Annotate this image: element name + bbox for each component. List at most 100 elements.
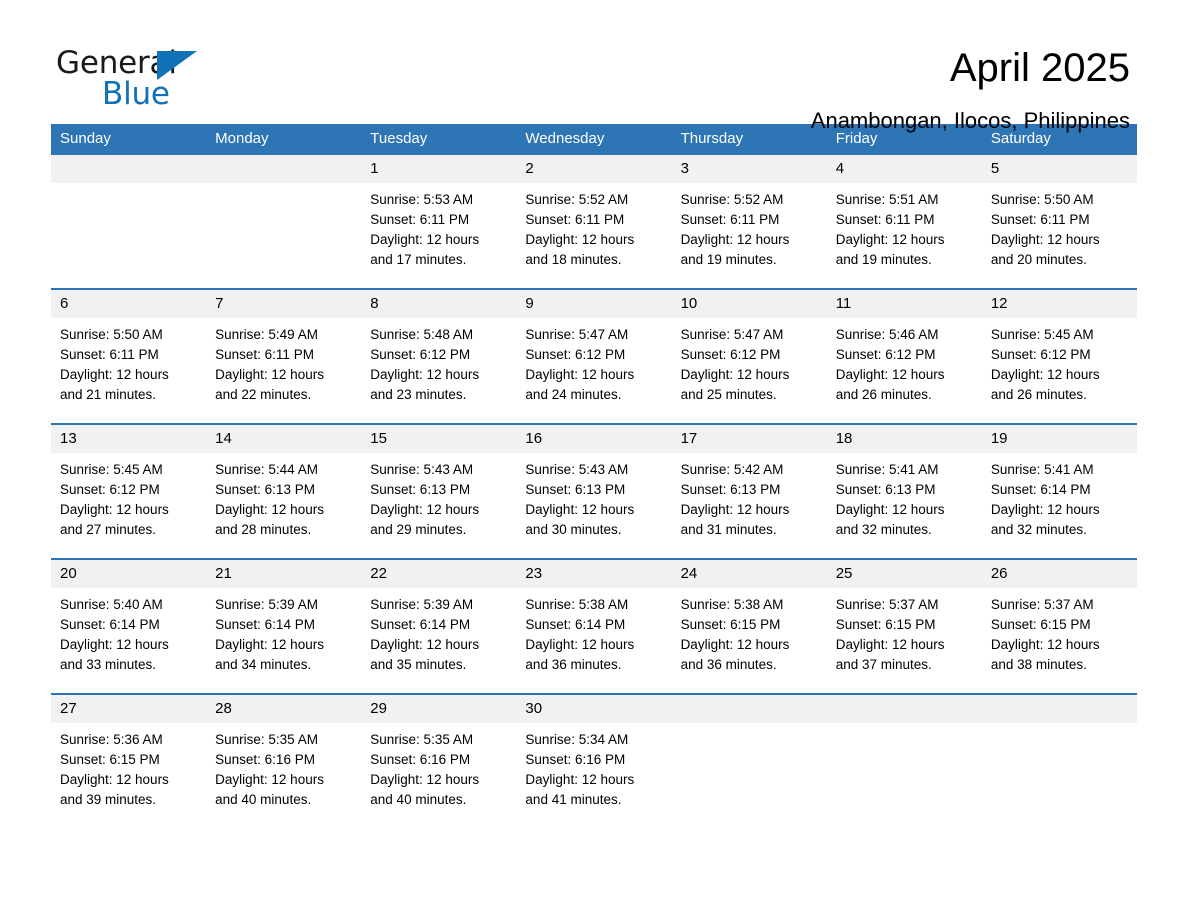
sunrise-text: Sunrise: 5:34 AM — [525, 732, 629, 748]
calendar-day-cell[interactable]: 15 Sunrise: 5:43 AM Sunset: 6:13 PM Dayligh… — [361, 423, 517, 559]
day-number: 17 — [671, 425, 827, 454]
day-number: 15 — [361, 425, 517, 454]
calendar-day-cell[interactable]: 21 Sunrise: 5:39 AM Sunset: 6:14 PM Dayligh… — [206, 558, 362, 694]
daylight-text-line2: and 36 minutes. — [680, 657, 777, 673]
calendar-week-row: 1 Sunrise: 5:53 AM Sunset: 6:11 PM Daylight… — [51, 155, 1137, 289]
calendar-day-cell[interactable]: 27 Sunrise: 5:36 AM Sunset: 6:15 PM Dayligh… — [51, 693, 207, 828]
calendar-day-cell[interactable]: 13 Sunrise: 5:45 AM Sunset: 6:12 PM Dayligh… — [51, 423, 207, 559]
sunset-text: Sunset: 6:12 PM — [835, 347, 936, 363]
day-number: 8 — [361, 290, 517, 319]
calendar-day-cell[interactable]: 26 Sunrise: 5:37 AM Sunset: 6:15 PM Dayligh… — [981, 558, 1137, 694]
sunset-text: Sunset: 6:11 PM — [215, 347, 314, 363]
sunset-text: Sunset: 6:14 PM — [60, 617, 160, 633]
daylight-text-line2: and 19 minutes. — [835, 252, 932, 268]
sunset-text: Sunset: 6:13 PM — [370, 482, 471, 498]
daylight-text-line2: and 25 minutes. — [680, 387, 777, 403]
daylight-text-line2: and 38 minutes. — [990, 657, 1087, 673]
calendar-day-cell-empty — [206, 155, 362, 289]
daylight-text-line2: and 23 minutes. — [370, 387, 467, 403]
day-number: 3 — [671, 155, 827, 184]
day-details: Sunrise: 5:39 AM Sunset: 6:14 PM Daylight:… — [361, 588, 516, 675]
day-details: Sunrise: 5:41 AM Sunset: 6:14 PM Daylight:… — [982, 453, 1137, 540]
sunrise-text: Sunrise: 5:38 AM — [525, 597, 629, 613]
day-details: Sunrise: 5:50 AM Sunset: 6:11 PM Daylight:… — [982, 183, 1137, 270]
calendar-day-cell[interactable]: 1 Sunrise: 5:53 AM Sunset: 6:11 PM Daylight… — [361, 155, 517, 289]
sunset-text: Sunset: 6:12 PM — [525, 347, 626, 363]
calendar-day-cell[interactable]: 16 Sunrise: 5:43 AM Sunset: 6:13 PM Dayligh… — [516, 423, 672, 559]
calendar-day-cell[interactable]: 5 Sunrise: 5:50 AM Sunset: 6:11 PM Daylight… — [981, 155, 1137, 289]
calendar-day-cell[interactable]: 9 Sunrise: 5:47 AM Sunset: 6:12 PM Daylight… — [516, 288, 672, 424]
calendar-page: General Blue April 2025 Anambongan, Iloc… — [0, 0, 1188, 918]
sunset-text: Sunset: 6:15 PM — [835, 617, 936, 633]
day-details: Sunrise: 5:51 AM Sunset: 6:11 PM Daylight:… — [827, 183, 982, 270]
sunset-text: Sunset: 6:16 PM — [525, 752, 626, 768]
day-details: Sunrise: 5:50 AM Sunset: 6:11 PM Daylight:… — [51, 318, 206, 405]
daylight-text-line2: and 40 minutes. — [215, 792, 312, 808]
sunset-text: Sunset: 6:14 PM — [990, 482, 1091, 498]
day-details: Sunrise: 5:43 AM Sunset: 6:13 PM Daylight:… — [516, 453, 671, 540]
calendar-day-cell[interactable]: 14 Sunrise: 5:44 AM Sunset: 6:13 PM Dayligh… — [206, 423, 362, 559]
daylight-text-line2: and 30 minutes. — [525, 522, 622, 538]
day-number: 28 — [206, 695, 362, 724]
sunset-text: Sunset: 6:13 PM — [215, 482, 315, 498]
daylight-text-line2: and 26 minutes. — [835, 387, 932, 403]
day-number — [51, 155, 207, 184]
calendar-day-cell[interactable]: 30 Sunrise: 5:34 AM Sunset: 6:16 PM Dayligh… — [516, 693, 672, 828]
daylight-text-line2: and 20 minutes. — [990, 252, 1087, 268]
sunset-text: Sunset: 6:14 PM — [215, 617, 315, 633]
day-details: Sunrise: 5:53 AM Sunset: 6:11 PM Daylight:… — [361, 183, 516, 270]
daylight-text-line2: and 41 minutes. — [525, 792, 622, 808]
calendar-day-cell[interactable]: 2 Sunrise: 5:52 AM Sunset: 6:11 PM Daylight… — [516, 155, 672, 289]
sunrise-text: Sunrise: 5:39 AM — [215, 597, 318, 613]
sunset-text: Sunset: 6:13 PM — [680, 482, 781, 498]
daylight-text-line1: Daylight: 12 hours — [370, 502, 480, 518]
day-details: Sunrise: 5:45 AM Sunset: 6:12 PM Daylight:… — [51, 453, 206, 540]
calendar-day-cell[interactable]: 12 Sunrise: 5:45 AM Sunset: 6:12 PM Dayligh… — [981, 288, 1137, 424]
daylight-text-line1: Daylight: 12 hours — [680, 232, 790, 248]
calendar-day-cell[interactable]: 29 Sunrise: 5:35 AM Sunset: 6:16 PM Dayligh… — [361, 693, 517, 828]
calendar-day-cell[interactable]: 18 Sunrise: 5:41 AM Sunset: 6:13 PM Dayligh… — [826, 423, 982, 559]
sunrise-text: Sunrise: 5:45 AM — [990, 327, 1094, 343]
calendar-day-cell[interactable]: 24 Sunrise: 5:38 AM Sunset: 6:15 PM Dayligh… — [671, 558, 827, 694]
sunrise-sunset-calendar: Sunday Monday Tuesday Wednesday Thursday… — [51, 124, 1137, 828]
sunrise-text: Sunrise: 5:50 AM — [990, 192, 1094, 208]
sunrise-text: Sunrise: 5:41 AM — [835, 462, 939, 478]
calendar-day-cell[interactable]: 3 Sunrise: 5:52 AM Sunset: 6:11 PM Daylight… — [671, 155, 827, 289]
sunrise-text: Sunrise: 5:42 AM — [680, 462, 784, 478]
sunrise-text: Sunrise: 5:51 AM — [835, 192, 939, 208]
calendar-day-cell-empty — [826, 693, 982, 828]
calendar-day-cell[interactable]: 22 Sunrise: 5:39 AM Sunset: 6:14 PM Dayligh… — [361, 558, 517, 694]
day-number: 19 — [981, 425, 1137, 454]
sunset-text: Sunset: 6:16 PM — [370, 752, 471, 768]
daylight-text-line1: Daylight: 12 hours — [525, 367, 635, 383]
sunrise-text: Sunrise: 5:35 AM — [370, 732, 474, 748]
daylight-text-line1: Daylight: 12 hours — [680, 367, 790, 383]
calendar-day-cell[interactable]: 11 Sunrise: 5:46 AM Sunset: 6:12 PM Dayligh… — [826, 288, 982, 424]
day-number: 9 — [516, 290, 672, 319]
calendar-day-cell[interactable]: 19 Sunrise: 5:41 AM Sunset: 6:14 PM Dayligh… — [981, 423, 1137, 559]
daylight-text-line2: and 39 minutes. — [60, 792, 157, 808]
calendar-day-cell[interactable]: 8 Sunrise: 5:48 AM Sunset: 6:12 PM Daylight… — [361, 288, 517, 424]
daylight-text-line2: and 32 minutes. — [990, 522, 1087, 538]
day-details: Sunrise: 5:44 AM Sunset: 6:13 PM Daylight:… — [206, 453, 361, 540]
day-number: 20 — [51, 560, 207, 589]
calendar-day-cell[interactable]: 28 Sunrise: 5:35 AM Sunset: 6:16 PM Dayligh… — [206, 693, 362, 828]
daylight-text-line1: Daylight: 12 hours — [835, 232, 945, 248]
sunset-text: Sunset: 6:15 PM — [990, 617, 1091, 633]
day-details: Sunrise: 5:47 AM Sunset: 6:12 PM Daylight:… — [672, 318, 827, 405]
daylight-text-line1: Daylight: 12 hours — [525, 772, 635, 788]
daylight-text-line1: Daylight: 12 hours — [60, 502, 169, 518]
day-number — [206, 155, 362, 184]
calendar-day-cell[interactable]: 6 Sunrise: 5:50 AM Sunset: 6:11 PM Daylight… — [51, 288, 207, 424]
calendar-day-cell[interactable]: 7 Sunrise: 5:49 AM Sunset: 6:11 PM Daylight… — [206, 288, 362, 424]
day-details: Sunrise: 5:48 AM Sunset: 6:12 PM Daylight:… — [361, 318, 516, 405]
calendar-day-cell[interactable]: 25 Sunrise: 5:37 AM Sunset: 6:15 PM Dayligh… — [826, 558, 982, 694]
calendar-day-cell[interactable]: 20 Sunrise: 5:40 AM Sunset: 6:14 PM Dayligh… — [51, 558, 207, 694]
calendar-day-cell-empty — [671, 693, 827, 828]
calendar-day-cell[interactable]: 10 Sunrise: 5:47 AM Sunset: 6:12 PM Dayligh… — [671, 288, 827, 424]
day-details: Sunrise: 5:35 AM Sunset: 6:16 PM Daylight:… — [361, 723, 516, 810]
sunset-text: Sunset: 6:12 PM — [990, 347, 1091, 363]
calendar-day-cell[interactable]: 17 Sunrise: 5:42 AM Sunset: 6:13 PM Dayligh… — [671, 423, 827, 559]
calendar-day-cell[interactable]: 4 Sunrise: 5:51 AM Sunset: 6:11 PM Daylight… — [826, 155, 982, 289]
calendar-day-cell[interactable]: 23 Sunrise: 5:38 AM Sunset: 6:14 PM Dayligh… — [516, 558, 672, 694]
